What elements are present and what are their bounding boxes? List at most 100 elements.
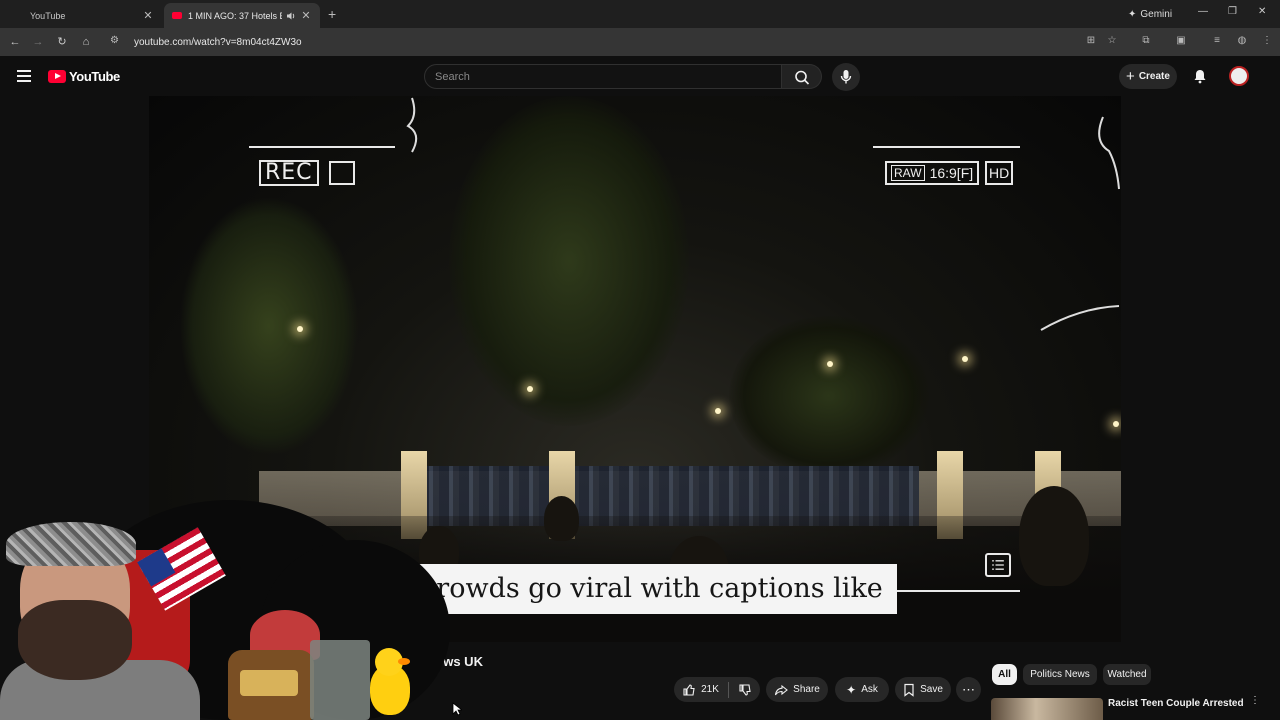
raw-label: RAW (891, 165, 925, 181)
like-icon[interactable] (682, 683, 696, 697)
chip-politics-news[interactable]: Politics News (1023, 664, 1097, 685)
tab-label: 1 MIN AGO: 37 Hotels BURN (188, 10, 282, 21)
ask-label: Ask (861, 684, 878, 695)
tab-search-icon[interactable]: ▣ (1174, 35, 1188, 49)
share-button[interactable]: Share (766, 677, 828, 702)
rubber-duck-beak (398, 658, 410, 665)
search-icon (795, 70, 810, 85)
video-caption: crowds go viral with captions like (407, 564, 897, 614)
browser-toolbar: ← → ↻ ⌂ ⚙ youtube.com/watch?v=8m04ct4ZW3… (0, 28, 1280, 56)
street-light (1113, 421, 1119, 427)
tab-youtube[interactable]: YouTube ✕ (0, 3, 162, 28)
tab-active-video[interactable]: 1 MIN AGO: 37 Hotels BURN ✕ (164, 3, 320, 28)
crowd-silhouette (544, 496, 579, 541)
install-app-icon[interactable]: ⊞ (1084, 35, 1098, 49)
tree (449, 96, 689, 426)
streamer-beard (18, 600, 132, 680)
street-light (962, 356, 968, 362)
home-icon[interactable]: ⌂ (79, 35, 93, 49)
voice-search-button[interactable] (832, 63, 860, 91)
forward-icon[interactable]: → (31, 35, 45, 49)
save-button[interactable]: Save (895, 677, 951, 702)
like-dislike-pill: 21K (674, 677, 760, 702)
gemini-button[interactable]: ✦ Gemini (1120, 5, 1180, 23)
street-light (297, 326, 303, 332)
create-label: Create (1138, 71, 1170, 82)
aspect-label: 16:9[F] (929, 165, 974, 181)
create-button[interactable]: + Create (1119, 64, 1177, 89)
plus-icon: + (1126, 68, 1135, 85)
crowd-silhouette (1019, 486, 1089, 586)
more-actions-button[interactable]: ⋯ (956, 677, 981, 702)
pill-divider (727, 681, 729, 698)
viewfinder-line (249, 146, 395, 148)
mic-icon (840, 70, 852, 84)
more-icon[interactable]: ⋮ (1250, 695, 1260, 706)
street-light (527, 386, 533, 392)
profile-icon[interactable]: ◍ (1235, 35, 1249, 49)
close-icon[interactable]: ✕ (142, 9, 154, 22)
share-icon (775, 684, 789, 695)
close-icon[interactable]: ✕ (300, 9, 312, 22)
streamer-hat (6, 522, 136, 566)
bell-icon[interactable] (1192, 68, 1208, 84)
search-button[interactable] (782, 64, 822, 89)
search-input[interactable] (425, 65, 781, 88)
list-icon (985, 553, 1011, 577)
dislike-icon[interactable] (738, 683, 752, 697)
share-label: Share (793, 684, 820, 695)
search-box (424, 64, 782, 89)
rec-indicator (329, 161, 355, 185)
streamer-overlay (0, 500, 450, 720)
tab-label: YouTube (30, 10, 66, 21)
youtube-logo[interactable]: YouTube (48, 69, 120, 84)
like-count[interactable]: 21K (701, 684, 719, 695)
ask-sparkle-icon: ✦ (846, 682, 857, 697)
minimize-icon[interactable]: — (1198, 6, 1208, 17)
street-light (715, 408, 721, 414)
menu-icon[interactable] (17, 70, 31, 82)
save-label: Save (920, 684, 943, 695)
more-icon: ⋯ (962, 681, 975, 697)
logo-wordmark: YouTube (69, 69, 120, 84)
youtube-header: YouTube + Create (0, 56, 1280, 96)
extensions-icon[interactable]: ⧉ (1139, 35, 1153, 49)
browser-menu-icon[interactable]: ⋮ (1260, 35, 1274, 49)
save-bookmark-icon (904, 683, 914, 697)
suggested-video-thumbnail[interactable] (991, 698, 1103, 720)
tree (179, 196, 359, 456)
back-icon[interactable]: ← (8, 35, 22, 49)
media-controls-icon[interactable]: ≡ (1210, 35, 1224, 49)
scribble-decoration (1098, 116, 1120, 190)
mouse-cursor-icon (452, 702, 462, 716)
bookmark-star-icon[interactable]: ☆ (1105, 35, 1119, 49)
scribble-decoration (406, 97, 418, 153)
address-bar[interactable]: ⚙ youtube.com/watch?v=8m04ct4ZW3o (104, 31, 1274, 53)
gemini-label: Gemini (1140, 8, 1173, 20)
youtube-play-icon (48, 70, 66, 83)
url-text[interactable]: youtube.com/watch?v=8m04ct4ZW3o (134, 37, 302, 48)
new-tab-button[interactable]: + (328, 6, 336, 22)
suggested-video-title[interactable]: Racist Teen Couple Arrested (1108, 698, 1244, 709)
speaker-icon[interactable] (286, 11, 296, 21)
restore-icon[interactable]: ❐ (1228, 6, 1237, 17)
hd-label: HD (985, 161, 1014, 185)
radio-dial (240, 670, 298, 696)
camera-format-badge: RAW 16:9[F] (885, 161, 980, 185)
reload-icon[interactable]: ↻ (55, 35, 69, 49)
chip-all[interactable]: All (992, 664, 1017, 685)
avatar[interactable] (1229, 66, 1249, 86)
sparkle-icon: ✦ (1128, 8, 1137, 20)
chip-watched[interactable]: Watched (1103, 664, 1151, 685)
street-light (827, 361, 833, 367)
tree (729, 316, 929, 476)
close-window-icon[interactable]: ✕ (1258, 6, 1266, 17)
rec-label: REC (259, 160, 319, 186)
ask-button[interactable]: ✦ Ask (835, 677, 889, 702)
youtube-favicon-icon (172, 12, 182, 19)
viewfinder-line (873, 146, 1020, 148)
browser-tab-strip: YouTube ✕ 1 MIN AGO: 37 Hotels BURN ✕ + … (0, 0, 1280, 28)
jar (310, 640, 370, 720)
site-info-icon[interactable]: ⚙ (110, 35, 124, 49)
scribble-decoration (1040, 305, 1120, 331)
